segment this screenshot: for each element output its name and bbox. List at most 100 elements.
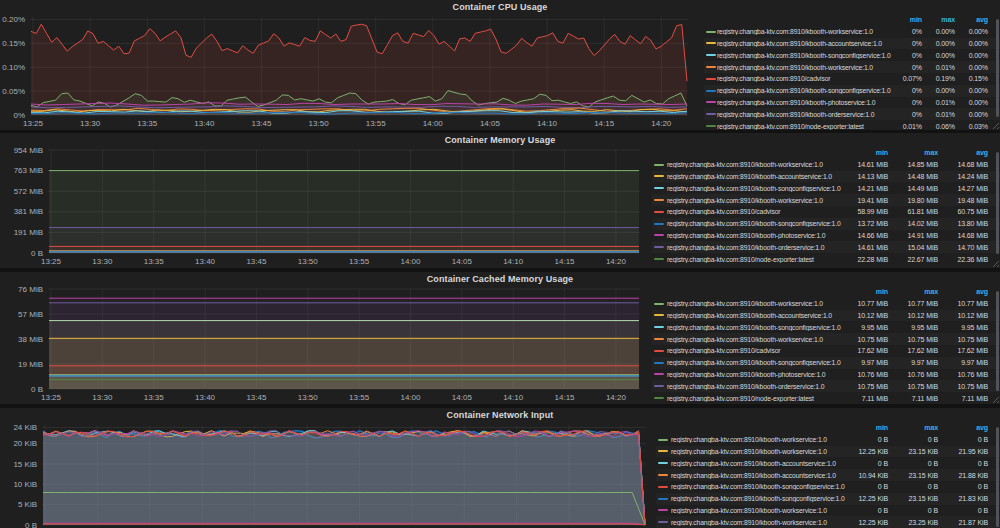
legend-series-swatch[interactable] [658,462,668,464]
legend-series-name[interactable]: registry.changba-ktv.com:8910/cadvisor [717,75,900,82]
legend-series-name[interactable]: registry.changba-ktv.com:8910/kbooth-wor… [671,507,848,514]
legend-series-name[interactable]: registry.changba-ktv.com:8910/kbooth-acc… [667,173,848,180]
legend-series-name[interactable]: registry.changba-ktv.com:8910/kbooth-wor… [667,161,848,168]
legend-header-max[interactable]: max [900,288,950,295]
legend-series-name[interactable]: registry.changba-ktv.com:8910/kbooth-wor… [671,436,848,443]
panel-body: 76 MiB57 MiB38 MiB19 MiB0 B13:2513:3013:… [0,285,1000,404]
legend-scrollbar[interactable] [996,19,999,117]
legend-series-name[interactable]: registry.changba-ktv.com:8910/node-expor… [667,395,848,402]
legend-series-swatch[interactable] [658,498,668,500]
legend-series-swatch[interactable] [654,223,664,225]
legend-series-swatch[interactable] [706,42,716,44]
legend-header-max[interactable]: max [900,424,950,431]
legend-series-swatch[interactable] [654,303,664,305]
legend-header-max[interactable]: max [900,149,950,156]
legend-min-value: 13.72 MiB [848,220,900,227]
legend-series-swatch[interactable] [706,54,716,56]
legend-series-name[interactable]: registry.changba-ktv.com:8910/kbooth-pho… [667,232,848,239]
chart-plot[interactable]: 24 KiB20 KiB15 KiB10 KiB5 KiB0 B13:2513:… [0,421,656,528]
legend-series-swatch[interactable] [706,90,716,92]
legend-series-swatch[interactable] [654,338,664,340]
legend-series-swatch[interactable] [658,509,668,511]
legend-series-swatch[interactable] [654,350,664,352]
legend-series-name[interactable]: registry.changba-ktv.com:8910/kbooth-son… [667,359,848,366]
chart-plot[interactable]: 76 MiB57 MiB38 MiB19 MiB0 B13:2513:3013:… [0,285,652,404]
legend-series-swatch[interactable] [706,125,716,127]
legend-series-swatch[interactable] [654,187,664,189]
legend-series-name[interactable]: registry.changba-ktv.com:8910/kbooth-son… [667,220,848,227]
legend-series-name[interactable]: registry.changba-ktv.com:8910/kbooth-ord… [717,111,900,118]
legend-series-name[interactable]: registry.changba-ktv.com:8910/kbooth-son… [717,52,900,59]
legend-series-name[interactable]: registry.changba-ktv.com:8910/kbooth-wor… [671,448,848,455]
legend-series-swatch[interactable] [654,164,664,166]
legend-series-swatch[interactable] [654,397,664,399]
legend-scrollbar[interactable] [996,291,999,391]
legend-series-name[interactable]: registry.changba-ktv.com:8910/kbooth-ord… [667,383,848,390]
legend-avg-value: 14.68 MiB [950,161,1000,168]
legend-header-min[interactable]: min [900,16,934,23]
legend-series-swatch[interactable] [654,373,664,375]
legend-series-name[interactable]: registry.changba-ktv.com:8910/kbooth-pho… [717,99,900,106]
legend-series-name[interactable]: registry.changba-ktv.com:8910/kbooth-wor… [717,28,900,35]
panel-title[interactable]: Container Memory Usage [0,133,1000,146]
legend-series-name[interactable]: registry.changba-ktv.com:8910/kbooth-wor… [671,519,848,526]
chart-plot[interactable]: 954 MiB763 MiB572 MiB381 MiB191 MiB0 B13… [0,146,652,268]
legend-series-name[interactable]: registry.changba-ktv.com:8910/node-expor… [717,123,900,130]
legend-series-name[interactable]: registry.changba-ktv.com:8910/kbooth-pho… [667,371,848,378]
legend-series-swatch[interactable] [706,101,716,103]
legend-series-name[interactable]: registry.changba-ktv.com:8910/kbooth-acc… [671,472,848,479]
legend-series-swatch[interactable] [654,326,664,328]
legend-series-name[interactable]: registry.changba-ktv.com:8910/kbooth-wor… [667,197,848,204]
legend-series-swatch[interactable] [654,175,664,177]
legend-max-value: 23.15 KiB [900,495,950,502]
legend-series-swatch[interactable] [654,211,664,213]
legend-series-swatch[interactable] [654,246,664,248]
legend-series-name[interactable]: registry.changba-ktv.com:8910/kbooth-son… [671,495,848,502]
legend-series-name[interactable]: registry.changba-ktv.com:8910/kbooth-son… [671,483,848,490]
legend-series-swatch[interactable] [654,314,664,316]
legend-series-name[interactable]: registry.changba-ktv.com:8910/kbooth-son… [667,324,848,331]
legend-series-swatch[interactable] [654,234,664,236]
legend-row: registry.changba-ktv.com:8910/cadvisor 1… [652,345,1000,357]
legend-series-swatch[interactable] [706,31,716,33]
legend-series-swatch[interactable] [706,78,716,80]
legend-series-name[interactable]: registry.changba-ktv.com:8910/kbooth-ord… [667,244,848,251]
legend-series-swatch[interactable] [706,66,716,68]
legend-series-name[interactable]: registry.changba-ktv.com:8910/cadvisor [667,347,848,354]
legend-series-swatch[interactable] [658,439,668,441]
legend-series-swatch[interactable] [658,521,668,523]
legend-header-min[interactable]: min [848,149,900,156]
legend-series-swatch[interactable] [706,113,716,115]
legend-series-name[interactable]: registry.changba-ktv.com:8910/cadvisor [667,208,848,215]
legend-series-name[interactable]: registry.changba-ktv.com:8910/kbooth-wor… [667,336,848,343]
legend-series-swatch[interactable] [658,450,668,452]
legend-series-name[interactable]: registry.changba-ktv.com:8910/node-expor… [667,256,848,263]
chart-plot[interactable]: 0.20%0.15%0.10%0.05%0%13:2513:3013:3513:… [0,13,704,130]
legend-series-swatch[interactable] [658,486,668,488]
legend-header-max[interactable]: max [934,16,967,23]
legend-series-name[interactable]: registry.changba-ktv.com:8910/kbooth-wor… [667,300,848,307]
legend-scrollbar[interactable] [996,152,999,254]
panel-title[interactable]: Container CPU Usage [0,0,1000,13]
legend-series-swatch[interactable] [654,258,664,260]
legend-header-min[interactable]: min [848,288,900,295]
legend-scrollbar[interactable] [996,427,999,527]
legend-series-swatch[interactable] [654,362,664,364]
legend-series-swatch[interactable] [654,385,664,387]
legend-header-avg[interactable]: avg [950,424,1000,431]
panel-title[interactable]: Container Cached Memory Usage [0,272,1000,285]
legend-series-swatch[interactable] [658,474,668,476]
legend-series-name[interactable]: registry.changba-ktv.com:8910/kbooth-son… [667,185,848,192]
legend-series-name[interactable]: registry.changba-ktv.com:8910/kbooth-son… [717,87,900,94]
legend-series-name[interactable]: registry.changba-ktv.com:8910/kbooth-acc… [717,40,900,47]
legend-series-name[interactable]: registry.changba-ktv.com:8910/kbooth-acc… [671,460,848,467]
legend-header-avg[interactable]: avg [950,149,1000,156]
legend-series-name[interactable]: registry.changba-ktv.com:8910/kbooth-wor… [717,64,900,71]
legend-series-swatch[interactable] [654,199,664,201]
legend-series-name[interactable]: registry.changba-ktv.com:8910/kbooth-acc… [667,312,848,319]
legend-max-value: 0 B [900,436,950,443]
legend-header-avg[interactable]: avg [950,288,1000,295]
panel-title[interactable]: Container Network Input [0,408,1000,421]
legend-min-value: 22.28 MiB [848,256,900,263]
legend-header-min[interactable]: min [848,424,900,431]
